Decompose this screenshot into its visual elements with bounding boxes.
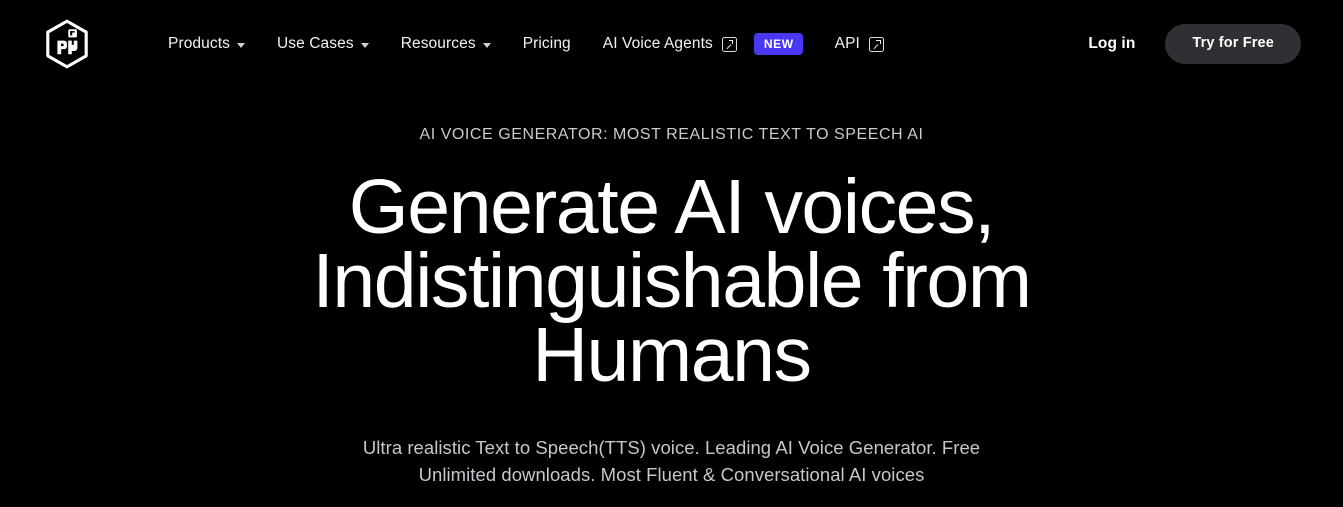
hero-subtitle: Ultra realistic Text to Speech(TTS) voic… bbox=[362, 437, 981, 485]
hero-section: AI VOICE GENERATOR: MOST REALISTIC TEXT … bbox=[0, 88, 1343, 488]
nav-label-api: API bbox=[834, 35, 860, 53]
external-link-icon bbox=[868, 36, 884, 52]
logo-link[interactable] bbox=[44, 19, 90, 69]
nav-item-ai-voice-agents[interactable]: AI Voice Agents NEW bbox=[587, 25, 819, 63]
page-title: Generate AI voices, Indistinguishable fr… bbox=[312, 164, 1032, 398]
nav-label-pricing: Pricing bbox=[522, 35, 571, 53]
login-link[interactable]: Log in bbox=[1084, 29, 1139, 59]
landing-page: Products Use Cases Resources Pricing AI … bbox=[0, 0, 1343, 507]
nav-label-ai-voice-agents: AI Voice Agents bbox=[602, 35, 713, 53]
new-badge[interactable]: NEW bbox=[753, 33, 803, 55]
try-for-free-button[interactable]: Try for Free bbox=[1165, 24, 1301, 64]
chevron-down-icon bbox=[482, 42, 491, 48]
header-actions: Log in Try for Free bbox=[1084, 24, 1301, 64]
nav-label-products: Products bbox=[168, 35, 230, 53]
hexagon-cube-logo-icon bbox=[44, 19, 90, 69]
hero-eyebrow: AI VOICE GENERATOR: MOST REALISTIC TEXT … bbox=[419, 126, 924, 143]
site-header: Products Use Cases Resources Pricing AI … bbox=[0, 0, 1343, 88]
nav-item-pricing[interactable]: Pricing bbox=[507, 28, 587, 60]
nav-label-resources: Resources bbox=[400, 35, 476, 53]
nav-item-api[interactable]: API bbox=[819, 28, 900, 60]
main-navigation: Products Use Cases Resources Pricing AI … bbox=[152, 25, 900, 63]
nav-item-use-cases[interactable]: Use Cases bbox=[261, 28, 385, 60]
chevron-down-icon bbox=[360, 42, 369, 48]
nav-item-resources[interactable]: Resources bbox=[385, 28, 507, 60]
nav-label-use-cases: Use Cases bbox=[276, 35, 354, 53]
nav-item-products[interactable]: Products bbox=[152, 28, 261, 60]
external-link-icon bbox=[721, 36, 737, 52]
chevron-down-icon bbox=[236, 42, 245, 48]
